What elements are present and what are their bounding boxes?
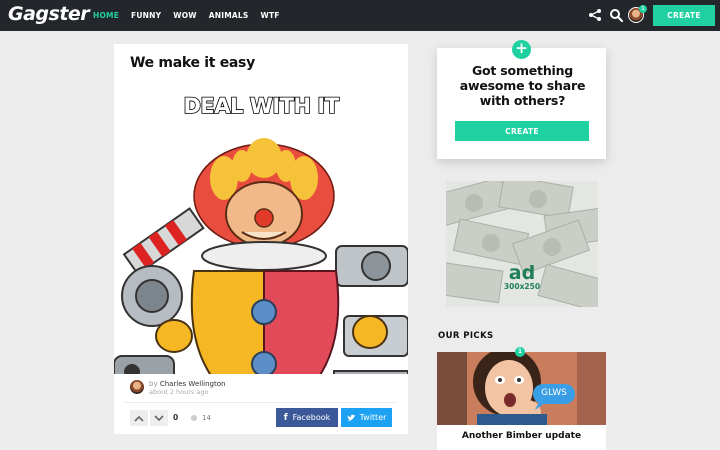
post-image[interactable]: DEAL WITH IT: [114, 86, 408, 418]
picks-heading: OUR PICKS: [438, 331, 494, 341]
top-navbar: Gagster HOME FUNNY WOW ANIMALS WTF 1 CRE…: [0, 0, 720, 31]
chevron-up-icon: [134, 415, 144, 422]
share-icon[interactable]: [588, 8, 602, 22]
chevron-down-icon: [154, 414, 164, 421]
ad-banner[interactable]: ad 300x250: [446, 181, 598, 307]
create-button[interactable]: CREATE: [653, 5, 715, 26]
twitter-label: Twitter: [359, 413, 387, 422]
surprised-woman-image: [437, 352, 606, 425]
nav-wtf[interactable]: WTF: [261, 11, 280, 20]
pick-title[interactable]: Another Bimber update: [437, 431, 606, 441]
pick-rank-badge: 1: [515, 347, 525, 357]
vote-count: 0: [173, 413, 179, 422]
post-title[interactable]: We make it easy: [130, 55, 255, 71]
facebook-icon: f: [283, 412, 288, 423]
post-meta: by Charles Wellington about 2 hours ago …: [114, 374, 408, 434]
pick-bubble-label: GLWS: [541, 388, 567, 398]
comment-count[interactable]: 14: [202, 414, 211, 422]
downvote-button[interactable]: [150, 410, 168, 426]
facebook-share-button[interactable]: f Facebook: [276, 408, 338, 427]
divider: [124, 402, 398, 403]
twitter-share-button[interactable]: Twitter: [341, 408, 392, 427]
plus-icon: +: [512, 40, 531, 59]
nav-wow[interactable]: WOW: [173, 11, 197, 20]
author-name[interactable]: Charles Wellington: [160, 380, 226, 388]
search-icon[interactable]: [609, 8, 623, 22]
author-avatar[interactable]: [130, 380, 144, 394]
nav-home[interactable]: HOME: [93, 11, 119, 20]
facebook-label: Facebook: [292, 413, 331, 422]
site-logo[interactable]: Gagster: [8, 3, 90, 25]
twitter-icon: [347, 414, 356, 421]
main-nav: HOME FUNNY WOW ANIMALS WTF: [93, 0, 292, 31]
comment-icon[interactable]: [191, 415, 197, 421]
nav-funny[interactable]: FUNNY: [131, 11, 161, 20]
nav-animals[interactable]: ANIMALS: [209, 11, 249, 20]
upvote-button[interactable]: [130, 410, 148, 426]
ad-size: 300x250: [503, 282, 541, 291]
clown-illustration: [114, 86, 408, 418]
pick-image[interactable]: GLWS: [437, 352, 606, 425]
cta-create-button[interactable]: CREATE: [455, 121, 589, 141]
ad-label: ad: [508, 262, 536, 284]
author-line: by Charles Wellington: [149, 380, 225, 388]
post-time: about 2 hours ago: [149, 388, 209, 396]
meme-caption: DEAL WITH IT: [183, 93, 340, 119]
notification-badge: 1: [639, 5, 647, 13]
cta-text: Got something awesome to share with othe…: [459, 63, 586, 108]
author-by-label: by: [149, 380, 160, 388]
